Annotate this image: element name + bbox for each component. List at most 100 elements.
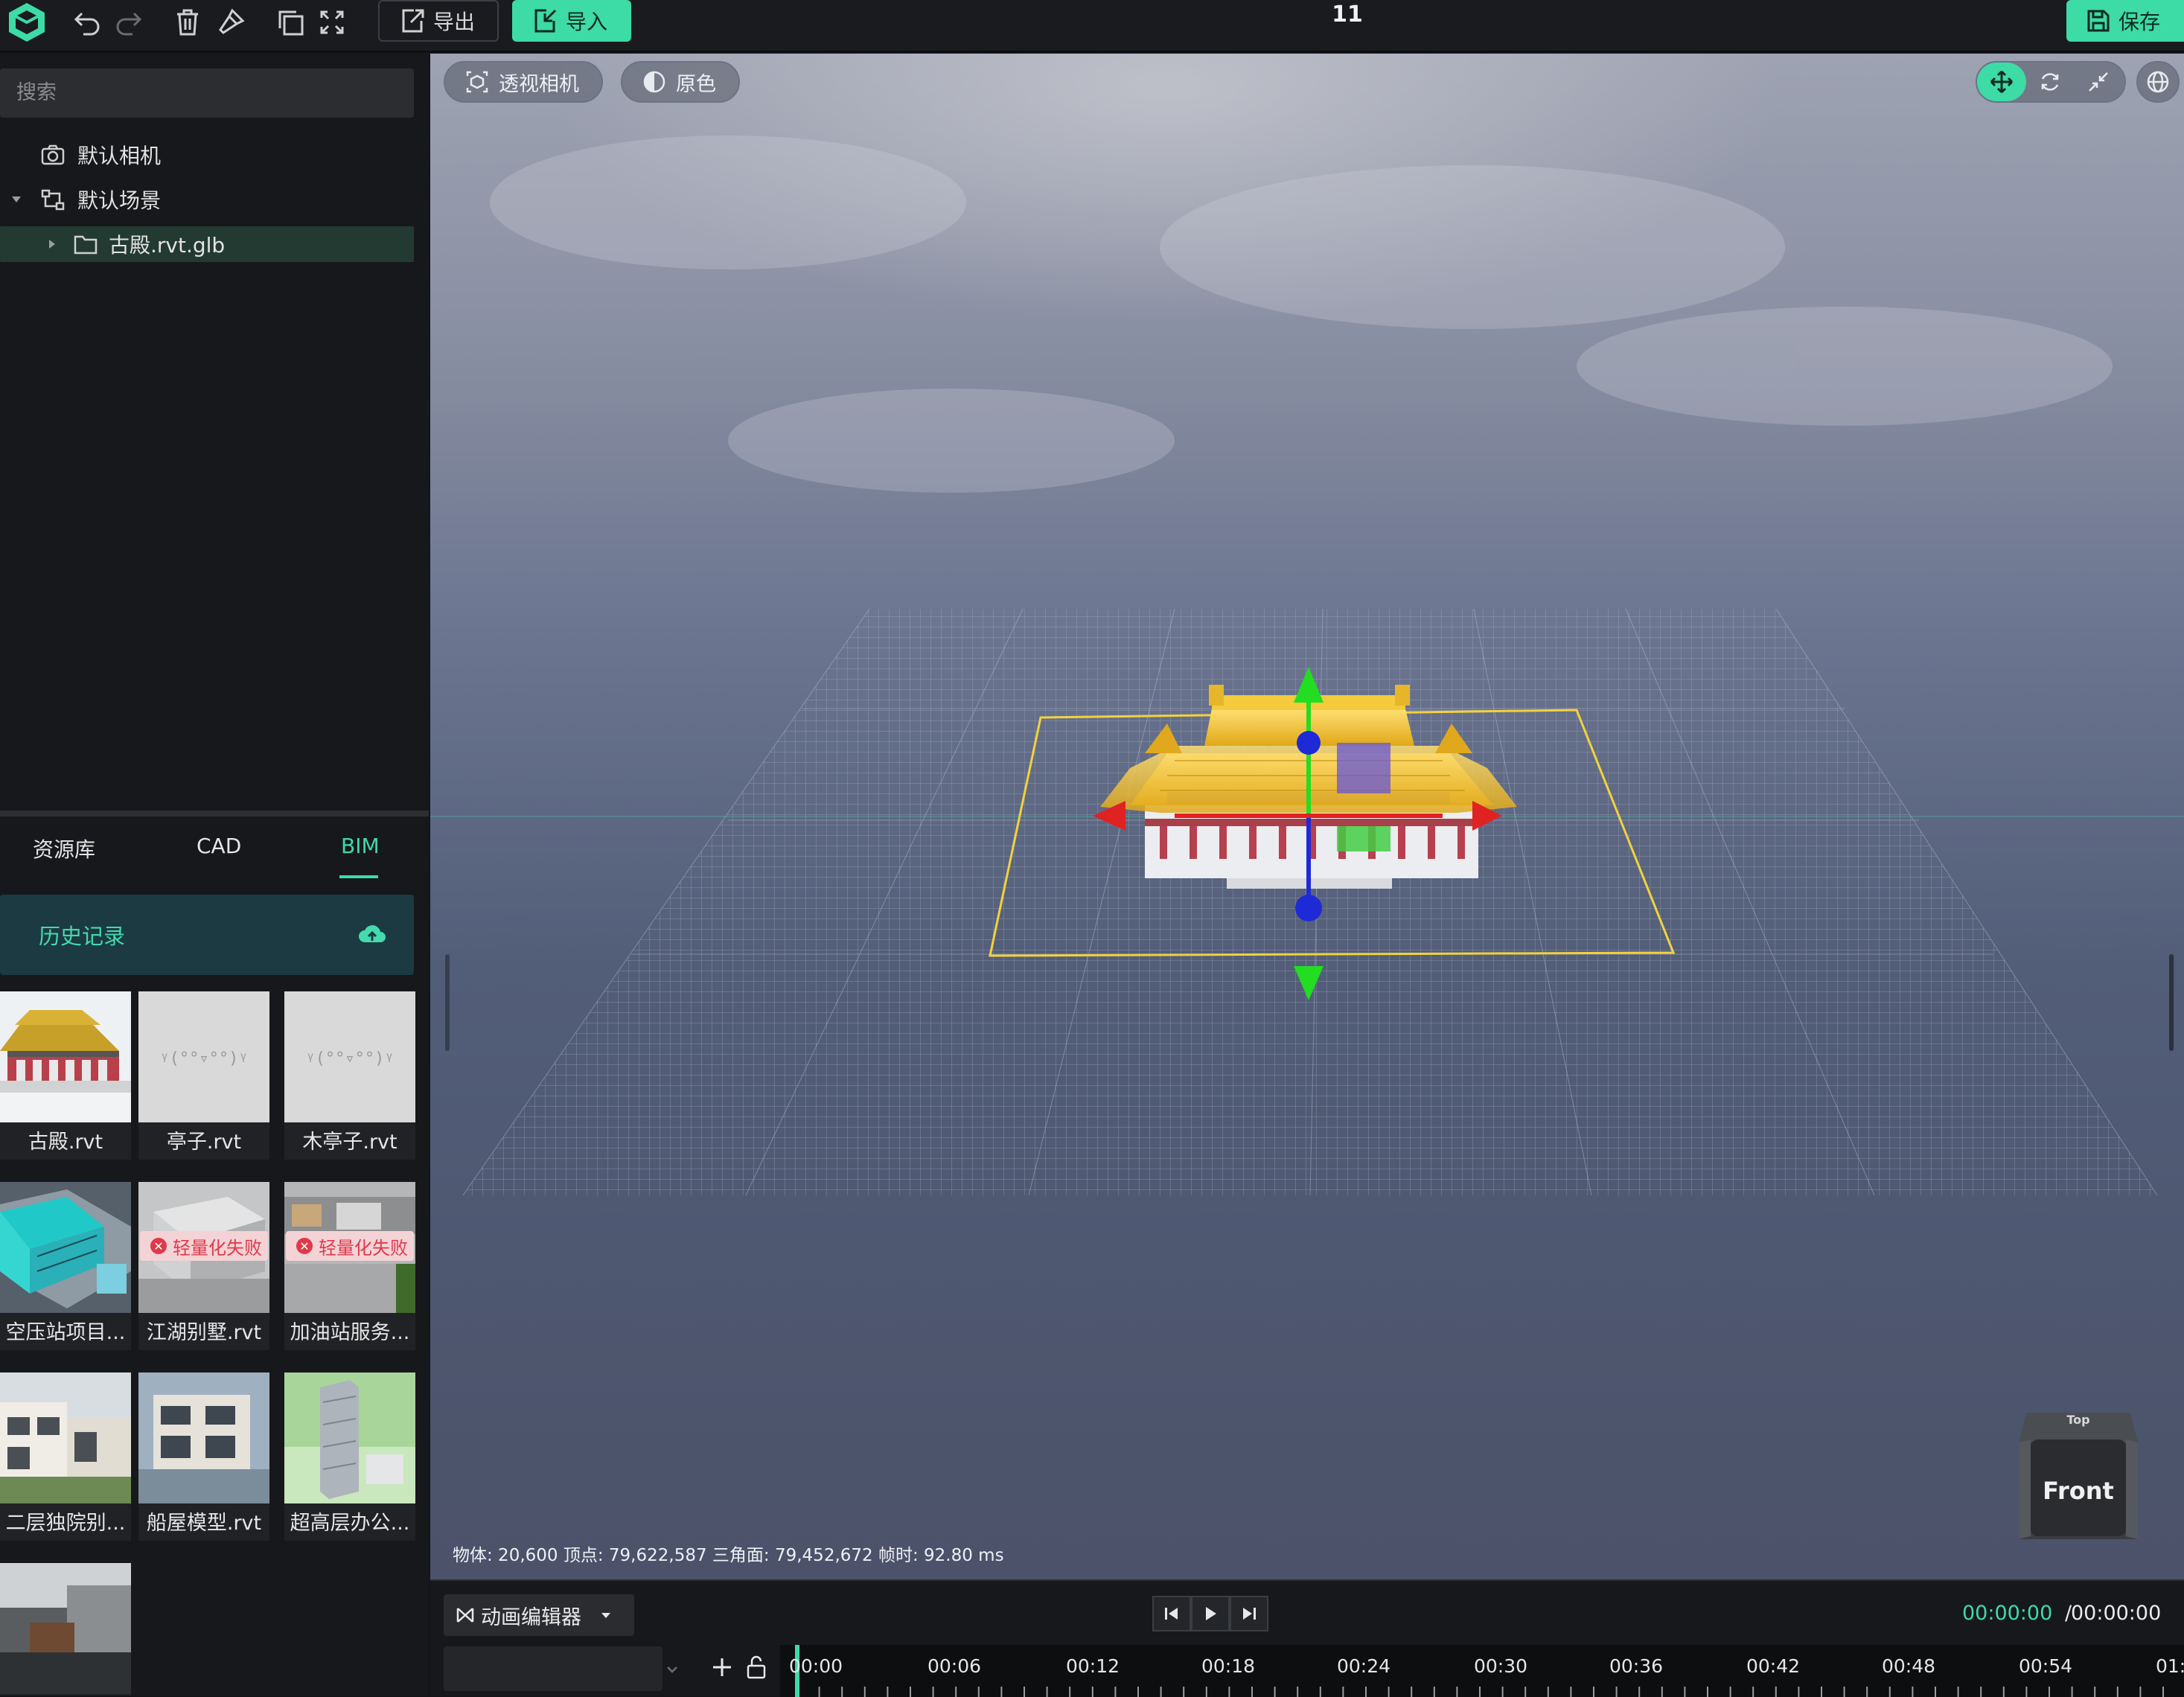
left-resize-handle[interactable] bbox=[445, 954, 450, 1051]
tree-item-default-camera[interactable]: 默认相机 bbox=[0, 137, 414, 173]
model-name: 超高层办公... bbox=[290, 1512, 410, 1535]
tab-cad[interactable]: CAD bbox=[197, 834, 241, 858]
animation-timeline: 动画编辑器 00:00:00 / 00:00:00 00:00 00:06 00… bbox=[430, 1579, 2184, 1697]
model-thumbnail bbox=[0, 1372, 131, 1503]
perspective-camera-icon bbox=[466, 71, 488, 93]
model-card-wood-pavilion[interactable]: ᵞ(°°▿°°)ᵞ 木亭子.rvt bbox=[284, 991, 415, 1160]
tree-item-default-scene[interactable]: 默认场景 bbox=[0, 182, 414, 217]
tick-label: 00:00 bbox=[789, 1655, 843, 1677]
fail-badge: ✕ 轻量化失败 bbox=[140, 1231, 268, 1261]
model-thumbnail: ᵞ(°°▿°°)ᵞ bbox=[138, 991, 269, 1122]
import-button[interactable]: 导入 bbox=[512, 0, 631, 42]
model-card-interior[interactable] bbox=[0, 1563, 131, 1696]
keyframe-icon bbox=[456, 1608, 474, 1623]
fail-badge-text: 轻量化失败 bbox=[319, 1237, 408, 1259]
fail-badge-text: 轻量化失败 bbox=[173, 1237, 262, 1259]
rotate-tool-button[interactable] bbox=[2026, 63, 2074, 101]
redo-icon[interactable] bbox=[109, 3, 147, 42]
save-button[interactable]: 保存 bbox=[2066, 0, 2184, 42]
skip-to-end-button[interactable] bbox=[1230, 1596, 1268, 1632]
import-icon bbox=[534, 9, 557, 33]
undo-icon[interactable] bbox=[68, 3, 107, 42]
save-label: 保存 bbox=[2118, 10, 2161, 34]
fail-badge: ✕ 轻量化失败 bbox=[286, 1231, 414, 1261]
error-icon: ✕ bbox=[296, 1238, 313, 1254]
model-card-high-rise-office[interactable]: 超高层办公... bbox=[284, 1372, 415, 1541]
copy-icon[interactable] bbox=[271, 3, 310, 42]
delete-icon[interactable] bbox=[168, 3, 207, 42]
chevron-down-icon bbox=[601, 1613, 610, 1618]
play-button[interactable] bbox=[1191, 1596, 1230, 1632]
panel-splitter[interactable] bbox=[0, 811, 429, 816]
search-input[interactable]: 搜索 bbox=[0, 68, 414, 118]
scene-canvas[interactable] bbox=[430, 54, 2184, 1579]
cloud-upload-icon[interactable] bbox=[357, 923, 387, 947]
move-tool-button[interactable] bbox=[1977, 63, 2026, 101]
model-card-boathouse[interactable]: 船屋模型.rvt bbox=[138, 1372, 269, 1541]
rotate-icon bbox=[2041, 73, 2059, 91]
total-time: 00:00:00 bbox=[2071, 1602, 2162, 1625]
model-thumbnail bbox=[0, 991, 131, 1122]
tick-label: 00:18 bbox=[1201, 1655, 1256, 1677]
placeholder-face: ᵞ(°°▿°°)ᵞ bbox=[305, 1049, 395, 1068]
tree-label: 古殿.rvt.glb bbox=[109, 233, 226, 258]
gizmo-center-handle[interactable] bbox=[1297, 731, 1321, 755]
gizmo-z-handle[interactable] bbox=[1295, 895, 1322, 921]
color-mode-toggle[interactable]: 原色 bbox=[621, 61, 740, 103]
unlock-icon bbox=[747, 1655, 766, 1679]
export-button[interactable]: 导出 bbox=[378, 0, 499, 42]
caret-down-icon[interactable] bbox=[7, 191, 25, 208]
scene-graph-icon bbox=[41, 189, 65, 211]
model-thumbnail: ✕ 轻量化失败 bbox=[138, 1182, 269, 1313]
time-ruler[interactable]: 00:00 00:06 00:12 00:18 00:24 00:30 00:3… bbox=[780, 1645, 2184, 1697]
tick-label: 00:06 bbox=[927, 1655, 982, 1677]
track-select[interactable] bbox=[444, 1646, 677, 1691]
tick-label: 00:36 bbox=[1609, 1655, 1664, 1677]
play-icon bbox=[1206, 1607, 1216, 1620]
document-title: 11 bbox=[1332, 1, 1363, 28]
model-name: 空压站项目... bbox=[5, 1321, 126, 1344]
caret-right-icon[interactable] bbox=[43, 235, 61, 253]
save-icon bbox=[2087, 10, 2110, 32]
model-name: 二层独院别... bbox=[5, 1512, 126, 1535]
gizmo-plane-xz[interactable] bbox=[1337, 826, 1390, 851]
model-name: 古殿.rvt bbox=[28, 1131, 103, 1154]
model-card-jianghu-villa[interactable]: ✕ 轻量化失败 江湖别墅.rvt bbox=[138, 1182, 269, 1350]
model-card-compressor-station[interactable]: 空压站项目... bbox=[0, 1182, 131, 1350]
tab-bim[interactable]: BIM bbox=[341, 834, 380, 858]
model-thumbnail bbox=[0, 1182, 131, 1313]
export-label: 导出 bbox=[433, 10, 476, 34]
right-resize-handle[interactable] bbox=[2169, 954, 2174, 1051]
view-cube-front[interactable]: Front bbox=[2004, 1477, 2153, 1505]
model-name: 江湖别墅.rvt bbox=[146, 1321, 262, 1344]
model-card-two-story-villa[interactable]: 二层独院别... bbox=[0, 1372, 131, 1541]
render-stats: 物体: 20,600 顶点: 79,622,587 三角面: 79,452,67… bbox=[453, 1546, 1004, 1565]
tab-resource-library[interactable]: 资源库 bbox=[33, 834, 95, 863]
animation-editor-dropdown[interactable]: 动画编辑器 bbox=[444, 1594, 634, 1636]
lock-track-button[interactable] bbox=[741, 1652, 771, 1682]
view-cube[interactable]: Top Front bbox=[2004, 1398, 2153, 1554]
chevron-down-icon bbox=[667, 1666, 677, 1673]
tree-item-glb-model[interactable]: 古殿.rvt.glb bbox=[0, 226, 414, 262]
world-space-toggle[interactable] bbox=[2136, 61, 2180, 103]
model-card-gas-station[interactable]: ✕ 轻量化失败 加油站服务... bbox=[284, 1182, 415, 1350]
camera-mode-toggle[interactable]: 透视相机 bbox=[444, 61, 603, 103]
view-cube-top[interactable]: Top bbox=[2004, 1413, 2153, 1427]
model-card-pavilion[interactable]: ᵞ(°°▿°°)ᵞ 亭子.rvt bbox=[138, 991, 269, 1160]
animation-editor-label: 动画编辑器 bbox=[481, 1605, 581, 1629]
fullscreen-icon[interactable] bbox=[313, 3, 351, 42]
tick-label: 00:30 bbox=[1474, 1655, 1528, 1677]
3d-viewport[interactable]: 透视相机 原色 Top Front 物体: 20,600 顶点: 79,622,… bbox=[430, 54, 2184, 1579]
add-track-button[interactable] bbox=[707, 1652, 737, 1682]
scale-tool-button[interactable] bbox=[2074, 63, 2123, 101]
tick-label: 00:24 bbox=[1337, 1655, 1391, 1677]
gizmo-plane-xy[interactable] bbox=[1337, 743, 1390, 793]
brush-icon[interactable] bbox=[211, 3, 250, 42]
move-icon bbox=[1990, 70, 2014, 94]
tick-label: 00:12 bbox=[1066, 1655, 1120, 1677]
globe-icon bbox=[2147, 71, 2169, 93]
model-card-ancient-hall[interactable]: 古殿.rvt bbox=[0, 991, 131, 1160]
plus-icon bbox=[713, 1658, 731, 1676]
skip-to-start-button[interactable] bbox=[1152, 1596, 1191, 1632]
history-bar[interactable]: 历史记录 bbox=[0, 895, 414, 975]
